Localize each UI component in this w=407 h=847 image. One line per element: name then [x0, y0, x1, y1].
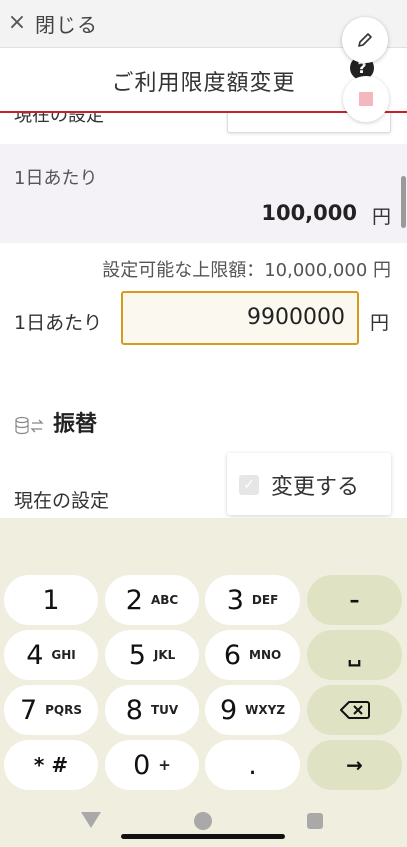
- change-checkbox[interactable]: ✓: [239, 475, 259, 495]
- key-6[interactable]: 6 MNO: [205, 630, 300, 680]
- key-period[interactable]: .: [205, 740, 300, 790]
- space-icon: ␣: [347, 643, 362, 667]
- key-0[interactable]: 0 +: [105, 740, 199, 790]
- max-limit-note: 設定可能な上限額：10,000,000 円: [102, 260, 391, 281]
- key-1[interactable]: 1: [4, 575, 98, 625]
- numeric-keyboard: 1 2 ABC 3 DEF – 4 GHI 5 JKL 6 MNO ␣ 7 PQ…: [0, 518, 407, 798]
- current-limit-panel: 1日あたり 100,000 円: [0, 144, 407, 243]
- back-icon[interactable]: [81, 812, 101, 828]
- transfer-section-title: 振替: [53, 412, 98, 437]
- pencil-icon: [358, 33, 372, 47]
- key-5[interactable]: 5 JKL: [105, 630, 199, 680]
- stop-button[interactable]: [343, 76, 389, 122]
- scrollbar[interactable]: [401, 176, 406, 228]
- key-9[interactable]: 9 WXYZ: [205, 685, 300, 735]
- arrow-right-icon: →: [346, 753, 363, 777]
- backspace-icon: [339, 701, 370, 719]
- home-icon[interactable]: [194, 812, 212, 830]
- new-limit-label: 1日あたり: [14, 312, 103, 334]
- key-space[interactable]: ␣: [307, 630, 402, 680]
- key-3[interactable]: 3 DEF: [205, 575, 300, 625]
- new-limit-input[interactable]: 9900000: [121, 291, 359, 345]
- key-next[interactable]: →: [307, 740, 402, 790]
- close-button[interactable]: 閉じる: [35, 9, 98, 38]
- recent-apps-icon[interactable]: [307, 813, 323, 829]
- new-limit-value[interactable]: 9900000: [247, 305, 345, 330]
- current-limit-amount: 100,000: [261, 201, 357, 225]
- close-icon[interactable]: ×: [6, 10, 28, 36]
- current-limit-label: 1日あたり: [14, 168, 98, 189]
- current-setting-label-partial: 現在の設定: [14, 113, 104, 126]
- current-limit-unit: 円: [371, 206, 391, 228]
- key-star-hash[interactable]: * #: [4, 740, 98, 790]
- current-setting-label: 現在の設定: [14, 490, 110, 512]
- gesture-bar[interactable]: [121, 834, 285, 839]
- system-nav-bar: [0, 798, 407, 847]
- key-backspace[interactable]: [307, 685, 402, 735]
- key-2[interactable]: 2 ABC: [105, 575, 199, 625]
- stop-icon: [359, 92, 373, 106]
- key-minus[interactable]: –: [307, 575, 402, 625]
- key-7[interactable]: 7 PQRS: [4, 685, 98, 735]
- key-8[interactable]: 8 TUV: [105, 685, 199, 735]
- change-option[interactable]: ✓ 変更する: [227, 453, 391, 515]
- main-content: 現在の設定 1日あたり 100,000 円 設定可能な上限額：10,000,00…: [0, 113, 407, 518]
- new-limit-unit: 円: [370, 312, 390, 334]
- change-label: 変更する: [271, 475, 360, 500]
- transfer-icon: [15, 416, 44, 435]
- edit-button[interactable]: [342, 17, 388, 63]
- key-4[interactable]: 4 GHI: [4, 630, 98, 680]
